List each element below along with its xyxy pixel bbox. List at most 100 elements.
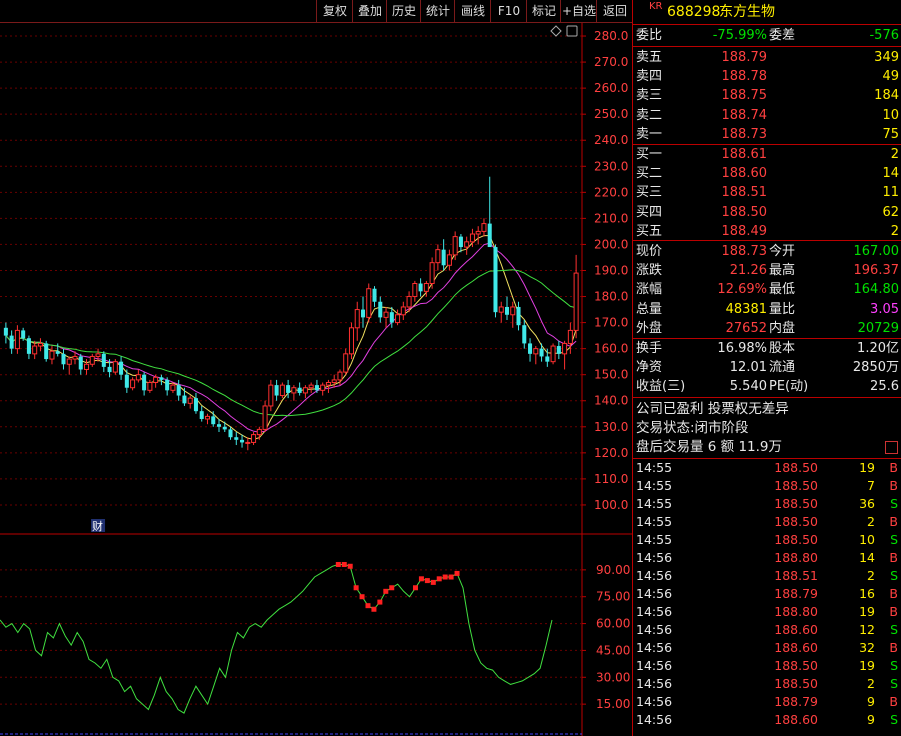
stat-label: 量比 xyxy=(769,301,796,317)
price-grid xyxy=(0,35,632,535)
price-tick-label: 120.0 xyxy=(594,446,628,460)
tick-price: 188.50 xyxy=(774,658,818,673)
draw-line-button[interactable]: 画线 xyxy=(454,0,491,22)
overlay-button[interactable]: 叠加 xyxy=(352,0,387,22)
ask-price: 188.74 xyxy=(721,107,768,123)
tick-time: 14:56 xyxy=(636,694,673,709)
tick-price: 188.51 xyxy=(774,568,818,583)
ask-row: 卖四 188.78 49 xyxy=(633,67,901,86)
tick-side: S xyxy=(890,676,898,691)
tick-row: 14:55 188.50 10 S xyxy=(633,531,901,549)
add-watchlist-button[interactable]: +自选 xyxy=(560,0,597,22)
tick-volume: 9 xyxy=(867,712,875,727)
candle-body xyxy=(475,230,481,235)
tick-price: 188.60 xyxy=(774,640,818,655)
bid-row: 买二 188.60 14 xyxy=(633,164,901,183)
restore-rights-button[interactable]: 复权 xyxy=(316,0,353,22)
tick-time: 14:56 xyxy=(636,550,673,565)
candle-body xyxy=(3,327,8,336)
quote-panel: KR 688298 东方生物 委比 -75.99% 委差 -576 卖五 188.… xyxy=(632,0,901,736)
tick-row: 14:56 188.51 2 S xyxy=(633,567,901,585)
notice-after-hours: 盘后交易量 6 额 11.9万 xyxy=(633,438,901,457)
tick-time: 14:56 xyxy=(636,658,673,673)
candle-body xyxy=(291,387,297,394)
price-tick-label: 270.0 xyxy=(594,55,628,69)
window-toggle-icon[interactable] xyxy=(566,25,578,37)
candle-body xyxy=(464,241,470,248)
candle-body xyxy=(314,385,319,391)
fundamental-label: PE(动) xyxy=(769,379,809,395)
signal-dot xyxy=(454,570,460,576)
candle-body xyxy=(89,355,95,365)
tick-side: S xyxy=(890,658,898,673)
chart-icon[interactable] xyxy=(885,441,898,454)
back-button[interactable]: 返回 xyxy=(596,0,633,22)
mark-button[interactable]: 标记 xyxy=(526,0,561,22)
candle-body xyxy=(107,366,112,373)
tick-price: 188.50 xyxy=(774,460,818,475)
signal-dot xyxy=(424,578,430,584)
ask-row: 卖三 188.75 184 xyxy=(633,86,901,105)
tick-row: 14:56 188.50 19 S xyxy=(633,657,901,675)
fundamental-row: 收益(三) 5.540 PE(动) 25.6 xyxy=(633,377,901,396)
candle-body xyxy=(533,348,539,355)
bid-row: 买一 188.61 2 xyxy=(633,145,901,164)
fundamental-label: 净资 xyxy=(636,360,663,376)
indicator-tick-label: 75.00 xyxy=(596,590,630,604)
signal-dot xyxy=(448,574,454,580)
candle-body xyxy=(446,254,452,266)
fundamental-value: 16.98% xyxy=(717,341,767,356)
kline-chart[interactable]: 280.0 270.0 260.0 250.0 240.0 230.0 220.0 210.0… xyxy=(0,23,632,736)
tick-volume: 19 xyxy=(859,658,875,673)
diamond-icon[interactable] xyxy=(550,25,562,37)
price-tick-label: 150.0 xyxy=(594,368,628,382)
candle-body xyxy=(119,361,124,375)
tick-price: 188.80 xyxy=(774,550,818,565)
tick-side: B xyxy=(889,460,898,475)
price-tick-label: 160.0 xyxy=(594,342,628,356)
bid-volume: 2 xyxy=(890,223,899,239)
stat-value: 164.80 xyxy=(853,282,900,298)
price-tick-label: 230.0 xyxy=(594,159,628,173)
signal-dot xyxy=(389,585,395,591)
tick-price: 188.80 xyxy=(774,604,818,619)
price-tick-label: 170.0 xyxy=(594,316,628,330)
stat-label: 内盘 xyxy=(769,320,796,336)
bid-price: 188.50 xyxy=(721,204,768,220)
stat-label: 今开 xyxy=(769,244,796,259)
candle-body xyxy=(245,441,251,444)
tick-side: S xyxy=(890,712,898,727)
stat-row: 总量 48381 量比 3.05 xyxy=(633,300,901,319)
signal-dot xyxy=(341,561,347,567)
candle-body xyxy=(493,247,498,313)
stat-value: 48381 xyxy=(725,301,767,317)
stat-value: 20729 xyxy=(857,320,899,336)
ma-line xyxy=(5,269,577,417)
f10-button[interactable]: F10 xyxy=(490,0,527,22)
fundamental-value: 2850万 xyxy=(852,360,899,376)
tick-row: 14:56 188.80 19 B xyxy=(633,603,901,621)
price-tick-label: 280.0 xyxy=(594,29,628,43)
tick-time: 14:56 xyxy=(636,568,673,583)
tick-volume: 14 xyxy=(859,550,875,565)
tick-time: 14:55 xyxy=(636,514,673,529)
tick-time: 14:56 xyxy=(636,712,673,727)
signal-dot xyxy=(353,585,359,591)
candle-body xyxy=(360,309,366,318)
tick-price: 188.50 xyxy=(774,478,818,493)
tick-row: 14:55 188.50 2 B xyxy=(633,513,901,531)
tick-volume: 2 xyxy=(867,676,875,691)
tick-price: 188.50 xyxy=(774,496,818,511)
indicator-tick-label: 45.00 xyxy=(596,643,630,657)
statistics-button[interactable]: 统计 xyxy=(420,0,455,22)
candle-body xyxy=(95,353,101,357)
candle-body xyxy=(211,416,216,425)
tick-volume: 19 xyxy=(859,604,875,619)
ask-row: 卖二 188.74 10 xyxy=(633,106,901,125)
signal-dot xyxy=(371,606,377,612)
candle-body xyxy=(567,329,573,344)
bid-volume: 2 xyxy=(890,147,899,162)
candle-body xyxy=(383,311,389,318)
history-button[interactable]: 历史 xyxy=(386,0,421,22)
candle-body xyxy=(354,309,360,329)
